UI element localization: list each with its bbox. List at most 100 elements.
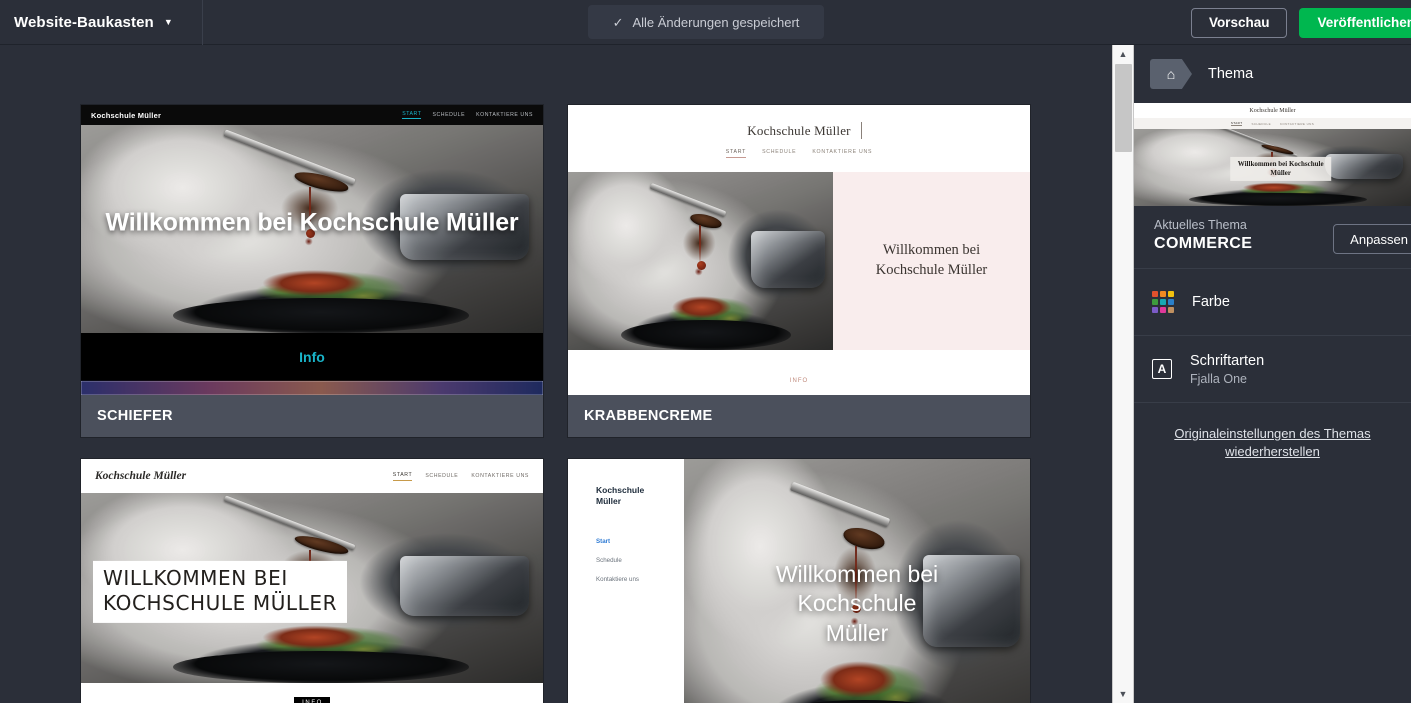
preview-body: Kochschule Müller START SCHEDULE KONTAKT…	[81, 459, 543, 703]
preview-logo: Kochschule Müller	[747, 122, 863, 139]
sidebar-item-schriftarten[interactable]: A Schriftarten Fjalla One	[1134, 336, 1411, 403]
preview-hero-banner: WILLKOMMEN BEI KOCHSCHULE MÜLLER	[93, 560, 348, 623]
preview-body: Kochschule Müller START SCHEDULE KONTAKT…	[568, 105, 1030, 395]
spoon-shape	[789, 481, 890, 528]
preview-info-bar: Info	[81, 333, 543, 381]
plate-shape	[621, 319, 791, 350]
preview-hero-line-2: KOCHSCHULE MÜLLER	[103, 591, 338, 616]
pot-shape	[750, 230, 826, 288]
nav-link-schedule: SCHEDULE	[762, 149, 797, 155]
preview-header: Kochschule Müller START SCHEDULE KONTAKT…	[568, 105, 1030, 158]
current-theme-label: Aktuelles Thema	[1154, 218, 1247, 232]
preview-hero: WILLKOMMEN BEI KOCHSCHULE MÜLLER	[81, 493, 543, 683]
preview-hero-heading: Willkommen bei Kochschule Müller	[875, 242, 988, 278]
preview-nav-links: START SCHEDULE KONTAKTIERE UNS	[568, 149, 1030, 158]
brand-menu[interactable]: Website-Baukasten ▼	[0, 0, 203, 45]
thumbnail-logo: Kochschule Müller	[1249, 107, 1296, 114]
nav-link-schedule: SCHEDULE	[1251, 121, 1271, 126]
nav-link-start: START	[392, 472, 413, 481]
home-icon: ⌂	[1166, 66, 1176, 82]
nav-link-contact: KONTAKTIERE UNS	[812, 149, 873, 155]
nav-link-start: START	[725, 149, 747, 158]
nav-link-schedule: Schedule	[596, 556, 622, 564]
nav-link-contact: KONTAKTIERE UNS	[1279, 121, 1315, 126]
save-status-text: Alle Änderungen gespeichert	[632, 14, 800, 30]
preview-hero-line-1: WILLKOMMEN BEI	[103, 565, 288, 590]
pot-shape	[399, 555, 530, 617]
thumbnail-nav: START SCHEDULE KONTAKTIERE UNS	[1134, 118, 1411, 129]
preview-nav-links: START SCHEDULE KONTAKTIERE UNS	[402, 111, 533, 119]
scrollbar-thumb[interactable]	[1115, 64, 1132, 152]
preview-nav: Kochschule Müller START SCHEDULE KONTAKT…	[81, 105, 543, 125]
spoon-shape	[649, 182, 726, 217]
nav-link-start: START	[1230, 121, 1243, 126]
theme-sidebar: ⌂ Thema Kochschule Müller START SCHEDULE…	[1134, 45, 1411, 703]
theme-card-krabbencreme[interactable]: Kochschule Müller START SCHEDULE KONTAKT…	[568, 105, 1030, 437]
spoon-bowl-shape	[841, 523, 887, 553]
sidebar-item-sublabel: Fjalla One	[1190, 371, 1247, 386]
publish-button[interactable]: Veröffentlichen	[1299, 7, 1411, 38]
theme-card-name: SCHIEFER	[97, 408, 173, 424]
preview-hero: Willkommen bei Kochschule Müller	[568, 172, 1030, 350]
thumbnail-hero: Willkommen bei Kochschule Müller	[1134, 129, 1411, 206]
sidebar-item-farbe[interactable]: Farbe	[1134, 269, 1411, 336]
customize-button[interactable]: Anpassen	[1333, 224, 1411, 254]
preview-hero-heading: Willkommen bei Kochschule Müller	[105, 208, 519, 237]
theme-card-schiefer[interactable]: Kochschule Müller START SCHEDULE KONTAKT…	[81, 105, 543, 437]
sauce-drip-shape	[698, 225, 701, 265]
theme-preview-4: Kochschule Müller Start Schedule Kontakt…	[568, 459, 1030, 703]
preview-hero-image	[568, 172, 833, 350]
preview-logo: Kochschule Müller	[596, 485, 645, 507]
theme-preview-krabbencreme: Kochschule Müller START SCHEDULE KONTAKT…	[568, 105, 1030, 395]
spoon-shape	[223, 129, 355, 186]
current-theme-text: Aktuelles Thema COMMERCE	[1154, 218, 1252, 253]
dish-photo	[568, 172, 833, 350]
preview-nav: Kochschule Müller START SCHEDULE KONTAKT…	[81, 459, 543, 493]
top-bar: Website-Baukasten ▼ ✓ Alle Änderungen ge…	[0, 0, 1411, 45]
theme-preview-3: Kochschule Müller START SCHEDULE KONTAKT…	[81, 459, 543, 703]
preview-info-bar: INFO	[81, 683, 543, 703]
save-status-pill: ✓ Alle Änderungen gespeichert	[588, 5, 824, 39]
sidebar-item-text: Farbe	[1192, 294, 1230, 310]
preview-info-bar: INFO	[568, 369, 1030, 387]
sidebar-header: ⌂ Thema	[1134, 45, 1411, 103]
theme-grid: Kochschule Müller START SCHEDULE KONTAKT…	[81, 105, 1030, 703]
font-icon: A	[1152, 359, 1172, 379]
thumbnail-caption: Willkommen bei Kochschule Müller	[1229, 156, 1332, 182]
theme-card-4[interactable]: Kochschule Müller Start Schedule Kontakt…	[568, 459, 1030, 703]
top-bar-actions: Vorschau Veröffentlichen	[1190, 0, 1411, 45]
preview-logo: Kochschule Müller	[91, 110, 162, 120]
preview-hero-text-panel: Willkommen bei Kochschule Müller	[833, 172, 1030, 350]
preview-sidebar: Kochschule Müller Start Schedule Kontakt…	[568, 459, 684, 703]
preview-footer-strip	[81, 381, 543, 395]
nav-link-schedule: SCHEDULE	[425, 473, 459, 479]
theme-gallery: Kochschule Müller START SCHEDULE KONTAKT…	[0, 45, 1112, 703]
nav-link-contact: Kontaktiere uns	[596, 575, 639, 583]
preview-info-label: INFO	[789, 378, 809, 384]
preview-hero: Willkommen bei Kochschule Müller	[81, 125, 543, 333]
nav-link-contact: KONTAKTIERE UNS	[471, 473, 529, 479]
plate-shape	[173, 650, 470, 683]
current-theme-thumbnail[interactable]: Kochschule Müller START SCHEDULE KONTAKT…	[1134, 103, 1411, 206]
chevron-down-icon[interactable]: ▼	[1113, 685, 1133, 703]
thumbnail-logo-bar: Kochschule Müller	[1134, 103, 1411, 118]
home-tab[interactable]: ⌂	[1150, 59, 1192, 89]
preview-nav-links: Start Schedule Kontaktiere uns	[596, 538, 684, 583]
theme-card-name: KRABBENCREME	[584, 408, 713, 424]
app-title: Website-Baukasten	[14, 13, 154, 31]
chevron-up-icon[interactable]: ▲	[1113, 45, 1133, 63]
preview-body: Kochschule Müller Start Schedule Kontakt…	[568, 459, 1030, 703]
restore-defaults-section: Originaleinstellungen des Themas wiederh…	[1134, 403, 1411, 461]
theme-card-3[interactable]: Kochschule Müller START SCHEDULE KONTAKT…	[81, 459, 543, 703]
restore-defaults-link[interactable]: Originaleinstellungen des Themas wiederh…	[1174, 426, 1370, 459]
preview-button[interactable]: Vorschau	[1190, 7, 1288, 38]
nav-link-contact: KONTAKTIERE UNS	[476, 112, 533, 118]
check-icon: ✓	[612, 14, 624, 30]
gallery-scrollbar[interactable]: ▲ ▼	[1112, 45, 1134, 703]
nav-link-schedule: SCHEDULE	[432, 112, 466, 118]
theme-preview-schiefer: Kochschule Müller START SCHEDULE KONTAKT…	[81, 105, 543, 395]
preview-logo: Kochschule Müller	[95, 470, 187, 482]
preview-info-label: INFO	[294, 697, 330, 703]
sidebar-title: Thema	[1208, 66, 1254, 82]
sidebar-item-label: Farbe	[1192, 294, 1230, 310]
